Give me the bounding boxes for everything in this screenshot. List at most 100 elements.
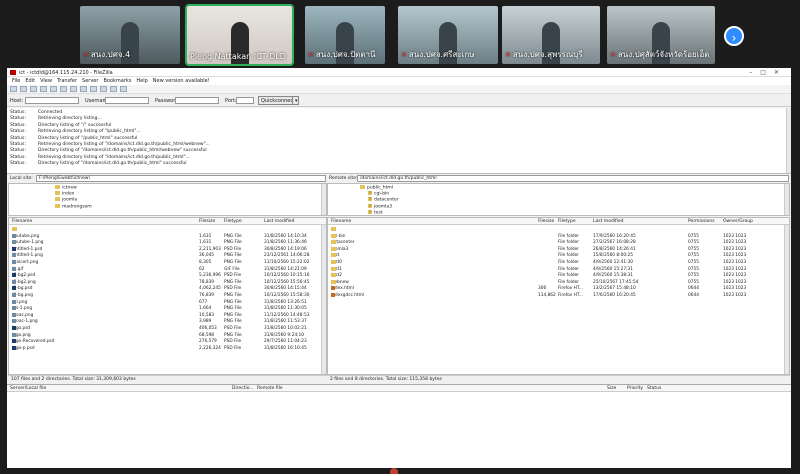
file-row[interactable]: moac.png 10,583 PNG File 11/12/2560 14:48:5… <box>9 312 326 319</box>
local-list-scrollbar[interactable] <box>321 225 326 374</box>
file-name: t3-bg2.psd <box>12 273 35 278</box>
cancel-icon[interactable] <box>70 86 77 92</box>
file-row[interactable]: logo-p.psd 2,226,324 PSD File 31/8/2560 16:… <box>9 345 326 352</box>
menu-item[interactable]: Edit <box>25 78 35 84</box>
remote-path-input[interactable]: /domains/ict.dld.go.th/public_html <box>357 175 789 182</box>
sync-icon[interactable] <box>110 86 117 92</box>
compare-icon[interactable] <box>100 86 107 92</box>
queue-column-header[interactable]: Size <box>607 386 616 391</box>
file-t: PNG File <box>224 319 242 325</box>
disconnect-icon[interactable] <box>80 86 87 92</box>
file-row[interactable]: logo.png 68,598 PNG File 31/8/2560 9:24:10 <box>9 332 326 339</box>
file-row[interactable]: thaicert.png 8,305 PNG File 11/10/2560 15:2… <box>9 260 326 266</box>
file-row[interactable]: test File folder 15/8/2560 8:00:25 0755 1023… <box>328 253 789 259</box>
file-row[interactable]: test1 File folder 4/9/2560 15:27:31 0755 102… <box>328 266 789 273</box>
queue-column-header[interactable]: Priority <box>627 386 643 391</box>
reconnect-icon[interactable] <box>60 86 67 92</box>
participant-tile[interactable]: ✕ สนง.ปศุสัตว์จังหวัดร้อยเอ็ด <box>607 6 715 64</box>
column-header[interactable]: Filename <box>331 219 351 224</box>
tree-node[interactable]: public_html <box>360 185 393 191</box>
file-row[interactable]: index.html 306 Firefox HT... 13/2/2567 15:4… <box>328 286 789 292</box>
menu-item[interactable]: File <box>12 78 20 84</box>
file-row[interactable]: Untitled-1.psd 2,211,903 PSD File 30/8/2560… <box>9 246 326 253</box>
file-row[interactable]: indexgdcc.html 114,862 Firefox HT... 17/6/2… <box>328 293 789 299</box>
file-row[interactable]: webnew File folder 25/10/2567 17:45:54 0755… <box>328 279 789 286</box>
column-header[interactable]: Filename <box>12 219 32 224</box>
column-header[interactable]: Filesize <box>199 219 215 224</box>
file-row[interactable]: th.gif 62 GIF File 31/8/2560 14:21:09 <box>9 266 326 273</box>
participant-tile[interactable]: ✕ สนง.ปศจ.สุพรรณบุรี <box>502 6 600 64</box>
tree-scrollbar[interactable] <box>784 184 789 215</box>
file-row[interactable]: test2 File folder 4/9/2560 15:38:31 0755 102… <box>328 273 789 279</box>
file-row[interactable]: ssl.png 677 PNG File 31/8/2560 13:26:51 <box>9 299 326 306</box>
site-manager-icon[interactable] <box>10 86 17 92</box>
file-row[interactable]: cgi-bin File folder 17/9/2560 16:20:45 0755… <box>328 233 789 240</box>
participant-tile[interactable]: ✕ สนง.ปศจ.4 <box>80 6 180 64</box>
file-row[interactable]: t3-bg.png 76,839 PNG File 10/12/2560 15:58:… <box>9 293 326 299</box>
file-row[interactable]: test0 File folder 4/9/2560 12:41:30 0755 102… <box>328 260 789 266</box>
file-row[interactable]: t3-bg2.psd 5,236,996 PSD File 10/12/2560 10… <box>9 273 326 279</box>
column-header[interactable]: Permissions <box>688 219 715 224</box>
tree-node[interactable]: ? datacenter <box>368 197 399 203</box>
menu-item[interactable]: View <box>40 78 52 84</box>
host-input[interactable] <box>25 97 79 104</box>
file-t: PSD File <box>224 345 242 351</box>
file-name-text: youtube.png <box>12 233 40 239</box>
column-header[interactable]: Filetype <box>224 219 242 224</box>
queue-column-header[interactable]: Remote file <box>257 386 283 391</box>
file-row[interactable]: datacenter File folder 27/2/2567 16:08:28 0… <box>328 240 789 246</box>
log-icon[interactable] <box>30 86 37 92</box>
menu-item[interactable]: New version available! <box>153 78 210 84</box>
file-row[interactable]: youtube.png 1,631 PNG File 31/8/2560 14:10:… <box>9 233 326 240</box>
menu-item[interactable]: Bookmarks <box>103 78 131 84</box>
menu-item[interactable]: Server <box>82 78 98 84</box>
status-scrollbar[interactable] <box>786 108 791 173</box>
column-header[interactable]: Filetype <box>558 219 576 224</box>
file-row[interactable]: Untitled-1.png 36,045 PNG File 23/12/2561 1… <box>9 253 326 259</box>
queue-icon[interactable] <box>50 86 57 92</box>
search-icon[interactable] <box>120 86 127 92</box>
filter-icon[interactable] <box>90 86 97 92</box>
tree-node[interactable]: ictnew <box>55 185 77 191</box>
file-row[interactable]: logo.psd 406,053 PSD File 31/8/2560 10:02:2… <box>9 326 326 332</box>
file-row[interactable]: t3-bg2.png 78,839 PNG File 10/12/2560 15:56… <box>9 279 326 286</box>
port-input[interactable] <box>236 97 254 104</box>
file-row[interactable]: moac-1.png 3,989 PNG File 31/8/2560 11:53:3… <box>9 319 326 325</box>
file-row[interactable]: joomla3 File folder 26/8/2560 14:26:41 0755… <box>328 246 789 253</box>
file-row[interactable]: .. <box>328 227 789 233</box>
remote-list-scrollbar[interactable] <box>784 225 789 374</box>
queue-column-header[interactable]: Server/Local file <box>10 386 46 391</box>
file-row[interactable]: .. <box>9 227 326 233</box>
file-name: ssl.png <box>12 299 27 305</box>
column-header[interactable]: Owner/Group <box>723 219 753 224</box>
chevron-right-icon[interactable]: › <box>724 26 744 46</box>
tree-node[interactable]: ? cgi-bin <box>368 191 389 197</box>
window-controls[interactable]: –□✕ <box>749 69 787 76</box>
file-row[interactable]: t3-bg.psd 4,062,245 PSD File 30/8/2560 14:1… <box>9 286 326 292</box>
participant-tile[interactable]: Pleng Nattakan ICT DLD <box>185 4 294 66</box>
tree-node[interactable]: joomla <box>55 197 77 203</box>
column-header[interactable]: Last modified <box>264 219 295 224</box>
tree-node[interactable]: index <box>55 191 74 197</box>
menu-item[interactable]: Help <box>136 78 147 84</box>
file-row[interactable]: youtube-1.png 1,631 PNG File 31/8/2560 11:3… <box>9 240 326 246</box>
tree-node[interactable]: ? test <box>368 209 383 215</box>
local-path-input[interactable]: F:\Pleng\Ewebt\ictnew\ <box>36 175 326 182</box>
column-header[interactable]: Last modified <box>593 219 624 224</box>
participant-tile[interactable]: ✕ สนง.ปศจ.ปัตตานี <box>305 6 385 64</box>
file-row[interactable]: logo-Recovered.psd 276,579 PSD File 29/7/25… <box>9 339 326 345</box>
refresh-icon[interactable] <box>20 86 27 92</box>
participant-tile[interactable]: ✕ สนง.ปศจ.ศรีสะเกษ <box>398 6 498 64</box>
file-row[interactable]: rss-1.png 1,664 PNG File 31/8/2560 11:30:05 <box>9 306 326 312</box>
tree-node[interactable]: madrongsom <box>55 203 92 209</box>
tree-scrollbar[interactable] <box>321 184 326 215</box>
tree-icon[interactable] <box>40 86 47 92</box>
username-input[interactable] <box>105 97 149 104</box>
queue-column-header[interactable]: Directio... <box>232 386 254 391</box>
chevron-down-icon[interactable]: ▾ <box>292 96 299 105</box>
tree-node[interactable]: ? joomla3 <box>368 203 392 209</box>
password-input[interactable] <box>175 97 219 104</box>
column-header[interactable]: Filesize <box>538 219 554 224</box>
menu-item[interactable]: Transfer <box>57 78 77 84</box>
queue-column-header[interactable]: Status <box>647 386 661 391</box>
